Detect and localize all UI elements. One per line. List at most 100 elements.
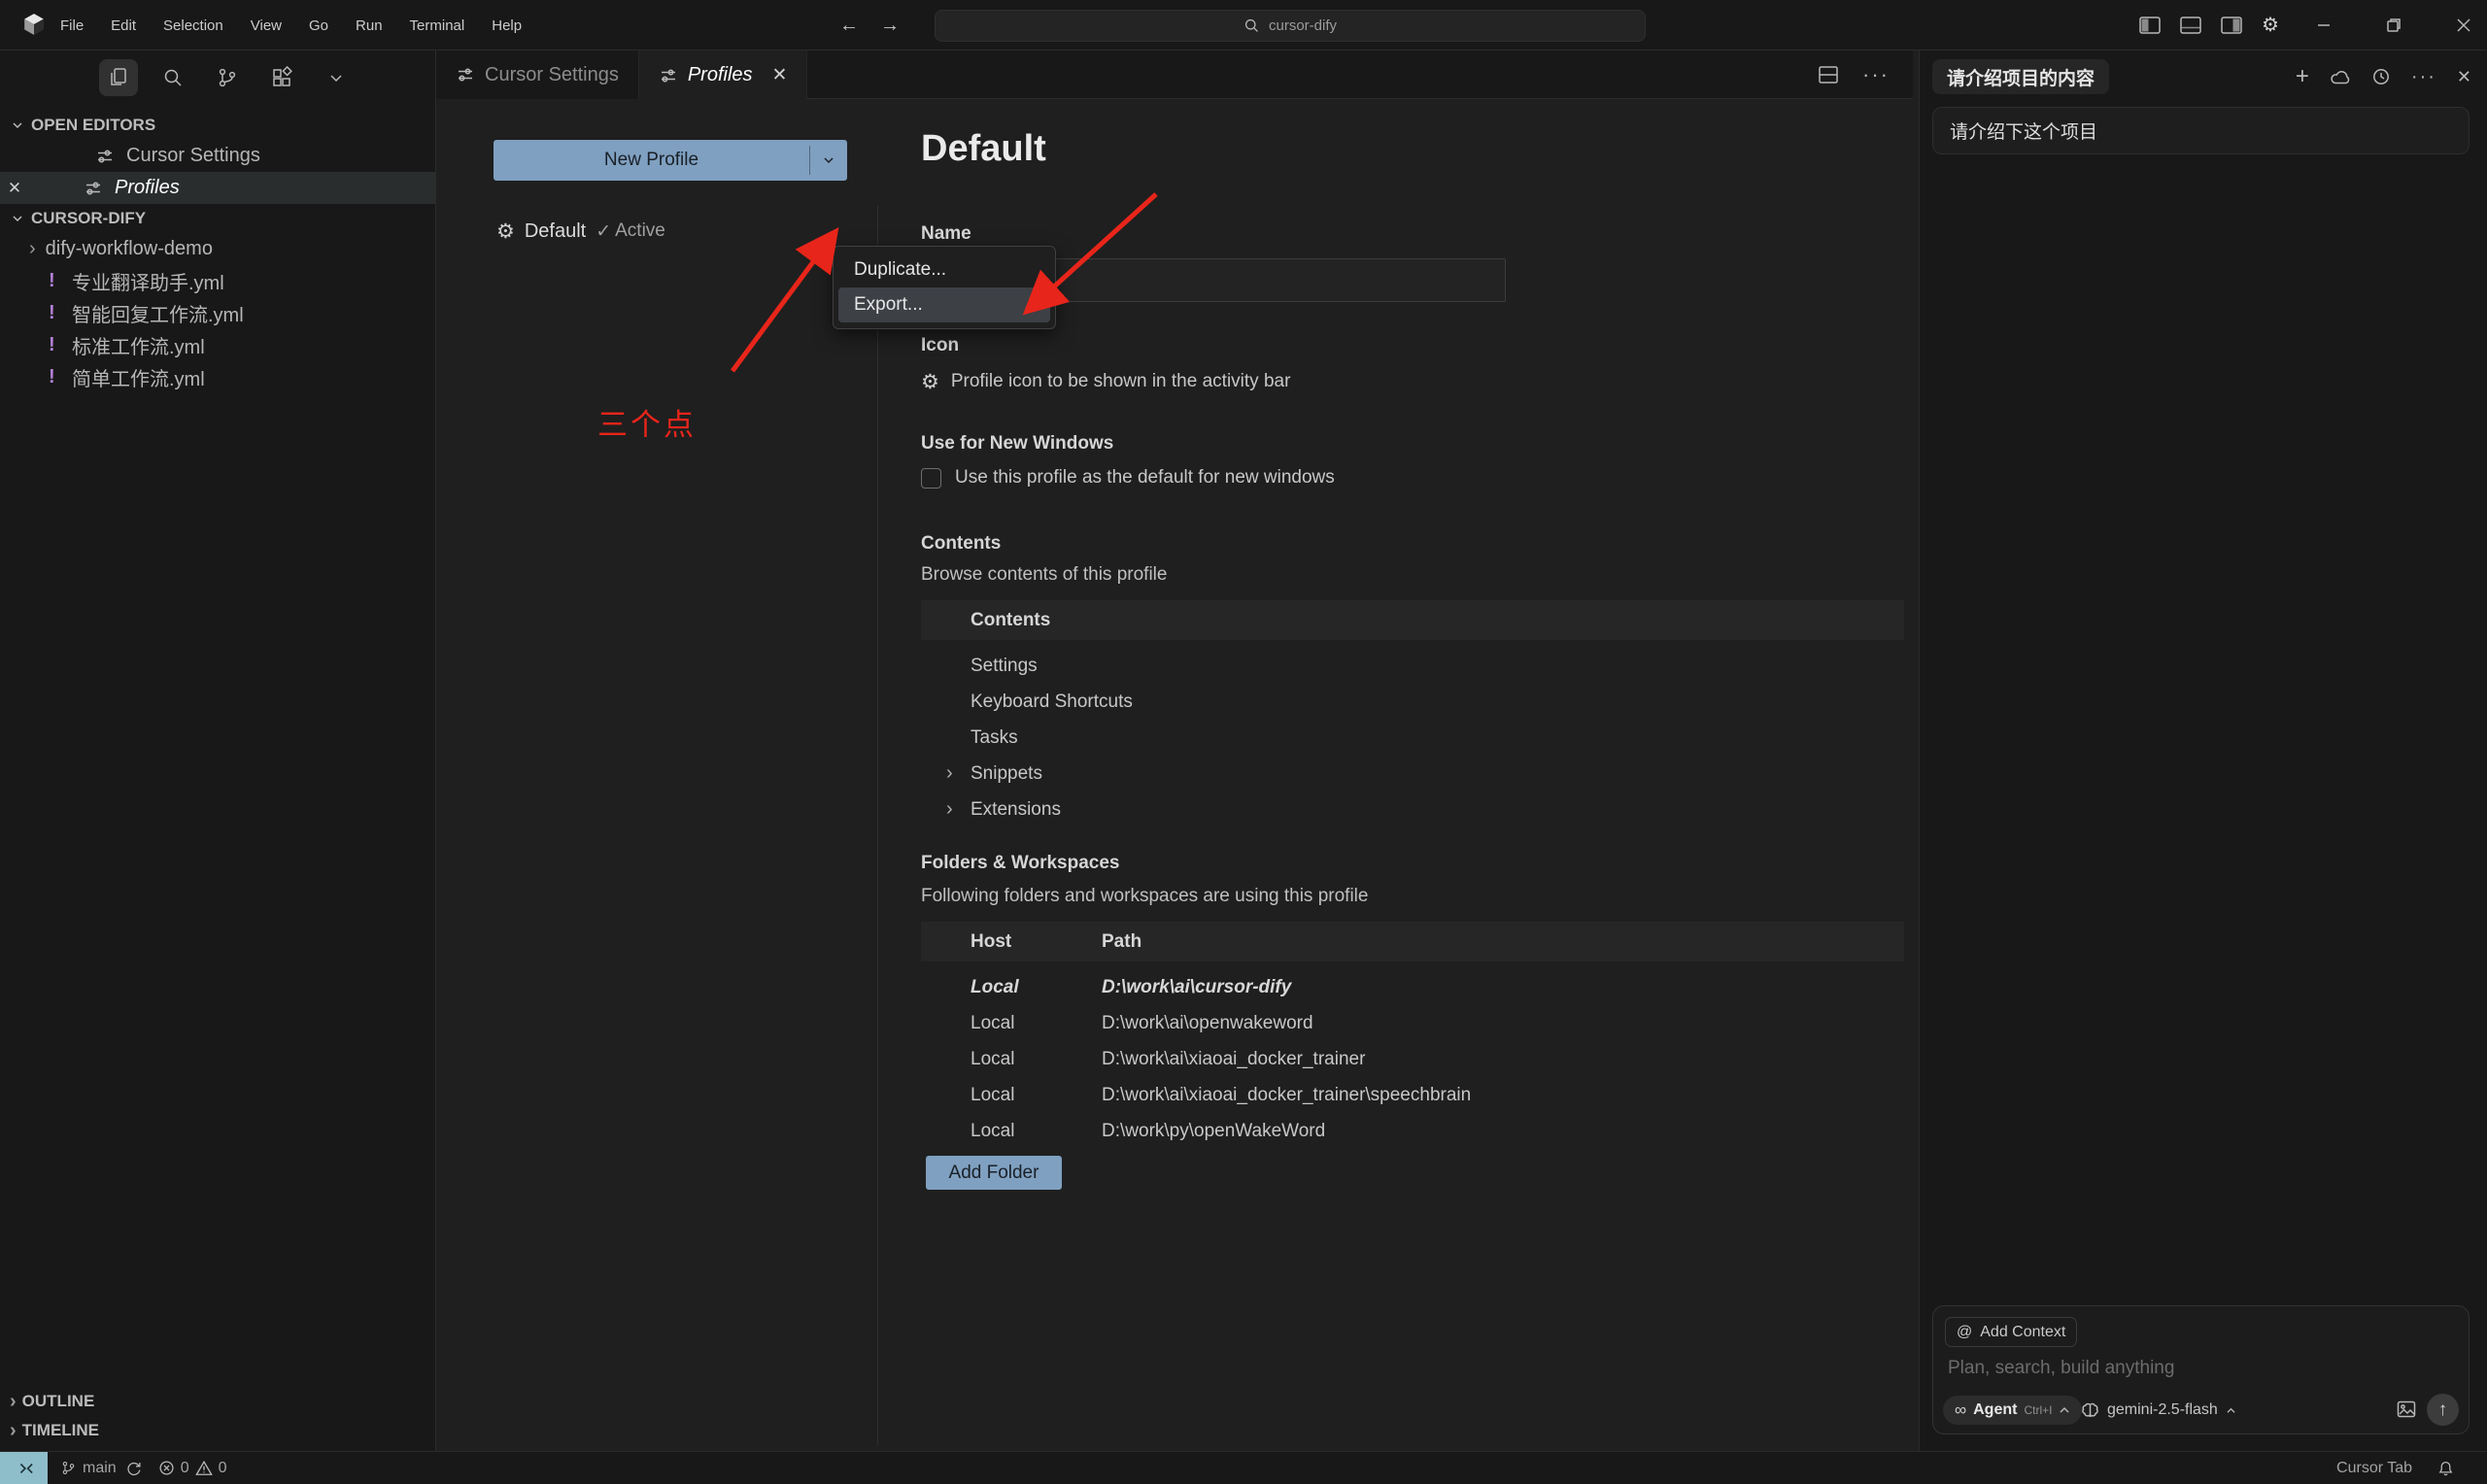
contents-row-snippets[interactable]: ›Snippets: [921, 756, 1904, 792]
at-icon: @: [1957, 1324, 1972, 1341]
forward-icon[interactable]: →: [872, 10, 907, 41]
infinity-icon: ∞: [1955, 1400, 1966, 1420]
profile-gear-icon: ⚙: [496, 221, 515, 242]
chevron-right-icon: ›: [946, 798, 953, 821]
problems-indicator[interactable]: 0 0: [158, 1460, 227, 1477]
new-chat-icon[interactable]: +: [2296, 63, 2309, 90]
sliders-icon: [84, 179, 103, 198]
menu-edit[interactable]: Edit: [111, 17, 136, 34]
tree-folder-dify-workflow-demo[interactable]: › dify-workflow-demo: [0, 233, 435, 265]
profile-context-menu: Duplicate... Export...: [833, 246, 1056, 329]
outline-section[interactable]: › OUTLINE: [0, 1387, 435, 1416]
command-center-search[interactable]: cursor-dify: [935, 10, 1646, 42]
more-views-chevron-icon[interactable]: [317, 59, 356, 96]
open-editors-header[interactable]: OPEN EDITORS: [0, 111, 435, 140]
tab-profiles[interactable]: Profiles ✕: [639, 51, 808, 100]
menu-view[interactable]: View: [251, 17, 282, 34]
close-window-icon[interactable]: [2440, 0, 2487, 50]
menu-help[interactable]: Help: [492, 17, 522, 34]
close-editor-icon[interactable]: ✕: [0, 179, 29, 198]
search-panel-icon[interactable]: [153, 59, 192, 96]
branch-indicator[interactable]: main: [60, 1460, 117, 1477]
remote-indicator[interactable]: [0, 1452, 48, 1484]
folder-row[interactable]: LocalD:\work\ai\openwakeword: [921, 1005, 1904, 1041]
default-for-new-windows-checkbox[interactable]: [921, 468, 941, 489]
tree-file-yml-4[interactable]: ! 简单工作流.yml: [0, 361, 435, 393]
folder-row[interactable]: LocalD:\work\ai\xiaoai_docker_trainer\sp…: [921, 1077, 1904, 1113]
git-branch-icon: [60, 1460, 77, 1476]
chat-tab-title[interactable]: 请介绍项目的内容: [1932, 59, 2109, 94]
attach-image-icon[interactable]: [2397, 1400, 2416, 1418]
contents-row-tasks[interactable]: Tasks: [921, 720, 1904, 756]
check-icon: ✓: [596, 220, 611, 243]
cursor-window: File Edit Selection View Go Run Terminal…: [0, 0, 2487, 1484]
close-tab-icon[interactable]: ✕: [772, 64, 788, 86]
chat-more-icon[interactable]: ···: [2411, 66, 2436, 88]
new-profile-button[interactable]: New Profile: [494, 140, 847, 181]
contents-table: Contents Settings Keyboard Shortcuts Tas…: [921, 600, 1904, 827]
chat-input-box[interactable]: @ Add Context Plan, search, build anythi…: [1932, 1305, 2470, 1434]
add-context-chip[interactable]: @ Add Context: [1945, 1317, 2077, 1347]
pane-divider[interactable]: [877, 206, 878, 1445]
agent-mode-selector[interactable]: ∞ Agent Ctrl+I: [1943, 1396, 2082, 1425]
context-menu-export[interactable]: Export...: [838, 287, 1050, 322]
contents-row-keyboard-shortcuts[interactable]: Keyboard Shortcuts: [921, 684, 1904, 720]
yaml-icon: !: [49, 302, 60, 324]
folders-table: Host Path LocalD:\work\ai\cursor-dify Lo…: [921, 922, 1904, 1149]
profile-icon-row[interactable]: ⚙ Profile icon to be shown in the activi…: [921, 371, 1290, 392]
folder-row[interactable]: LocalD:\work\py\openWakeWord: [921, 1113, 1904, 1149]
bell-icon[interactable]: [2437, 1460, 2454, 1477]
send-button[interactable]: ↑: [2427, 1394, 2459, 1426]
tree-file-yml-2[interactable]: ! 智能回复工作流.yml: [0, 297, 435, 329]
restore-icon[interactable]: [2370, 0, 2417, 50]
model-selector[interactable]: gemini-2.5-flash: [2081, 1396, 2236, 1425]
toggle-bottom-panel-icon[interactable]: [2176, 13, 2205, 38]
timeline-section[interactable]: › TIMELINE: [0, 1416, 435, 1445]
cloud-icon[interactable]: [2330, 68, 2351, 85]
yaml-icon: !: [49, 270, 60, 292]
context-menu-duplicate[interactable]: Duplicate...: [838, 253, 1050, 287]
sync-button[interactable]: [125, 1460, 142, 1476]
new-profile-dropdown-icon[interactable]: [810, 140, 847, 181]
chat-placeholder: Plan, search, build anything: [1948, 1358, 2174, 1379]
settings-gear-icon[interactable]: ⚙: [2256, 13, 2285, 38]
open-editor-cursor-settings[interactable]: Cursor Settings: [0, 140, 435, 172]
back-icon[interactable]: ←: [832, 10, 867, 41]
open-editor-profiles[interactable]: ✕ Profiles: [0, 172, 435, 204]
workspace-header[interactable]: CURSOR-DIFY: [0, 204, 435, 233]
sidebar: OPEN EDITORS Cursor Settings ✕ Profiles …: [0, 51, 436, 1451]
folder-row[interactable]: LocalD:\work\ai\cursor-dify: [921, 969, 1904, 1005]
source-control-icon[interactable]: [208, 59, 247, 96]
menu-file[interactable]: File: [60, 17, 84, 34]
folder-row[interactable]: LocalD:\work\ai\xiaoai_docker_trainer: [921, 1041, 1904, 1077]
annotation-text: 三个点: [597, 400, 697, 444]
search-value: cursor-dify: [1269, 17, 1337, 34]
yaml-icon: !: [49, 366, 60, 388]
toggle-right-sidebar-icon[interactable]: [2217, 13, 2246, 38]
new-windows-label: Use for New Windows: [921, 433, 1113, 455]
add-folder-button[interactable]: Add Folder: [926, 1156, 1062, 1190]
tree-file-yml-1[interactable]: ! 专业翻译助手.yml: [0, 265, 435, 297]
profile-list-item-default[interactable]: ⚙ Default ✓ Active: [496, 214, 665, 249]
contents-row-settings[interactable]: Settings: [921, 648, 1904, 684]
menu-go[interactable]: Go: [309, 17, 328, 34]
tab-cursor-settings[interactable]: Cursor Settings: [436, 51, 639, 99]
close-chat-icon[interactable]: ✕: [2457, 67, 2471, 87]
explorer-icon[interactable]: [99, 59, 138, 96]
extensions-icon[interactable]: [262, 59, 301, 96]
sliders-icon: [659, 66, 678, 85]
chat-panel: 请介绍项目的内容 + ··· ✕ 请介绍下这个项目 @ Add Context …: [1919, 51, 2487, 1451]
cursor-tab-toggle[interactable]: Cursor Tab: [2336, 1460, 2412, 1477]
menu-run[interactable]: Run: [356, 17, 383, 34]
yaml-icon: !: [49, 334, 60, 356]
menu-selection[interactable]: Selection: [163, 17, 223, 34]
title-bar: File Edit Selection View Go Run Terminal…: [0, 0, 2487, 51]
menu-terminal[interactable]: Terminal: [410, 17, 465, 34]
toggle-left-sidebar-icon[interactable]: [2135, 13, 2164, 38]
history-icon[interactable]: [2371, 67, 2391, 86]
minimize-icon[interactable]: [2300, 0, 2347, 50]
contents-row-extensions[interactable]: ›Extensions: [921, 792, 1904, 827]
tree-file-yml-3[interactable]: ! 标准工作流.yml: [0, 329, 435, 361]
icon-label: Icon: [921, 335, 959, 356]
profile-icon-gear-icon: ⚙: [921, 372, 939, 392]
